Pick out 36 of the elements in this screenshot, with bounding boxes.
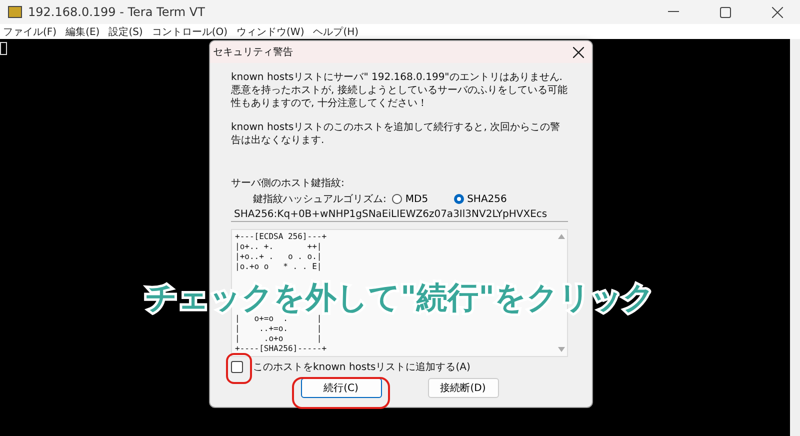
menu-item[interactable]: 設定(S) [108, 24, 143, 38]
fingerprint-field[interactable]: SHA256:Kq+0B+wNHP1gSNaEiLIEWZ6z07a3Il3NV2LYpHVXEcs [231, 208, 568, 222]
algorithm-radio[interactable]: MD5 [392, 194, 428, 204]
minimize-icon[interactable] [668, 11, 678, 13]
close-icon[interactable] [772, 6, 782, 18]
checkbox-label: このホストをknown hostsリストに追加する(A) [253, 360, 470, 374]
app-icon [8, 6, 22, 18]
cursor [0, 42, 7, 55]
continue-button[interactable]: 続行(C) [300, 378, 382, 398]
window-title: 192.168.0.199 - Tera Term VT [28, 5, 206, 19]
maximize-icon[interactable] [720, 6, 730, 18]
menu-item[interactable]: ウィンドウ(W) [236, 24, 304, 38]
menu-item[interactable]: ファイル(F) [3, 24, 57, 38]
randomart-line: +----[SHA256]-----+ [235, 344, 328, 354]
algorithm-radio[interactable]: SHA256 [454, 194, 507, 204]
warning-message: known hostsリストにサーバ" 192.168.0.199"のエントリはありません. 悪意を持ったホストが, 接続しようとしているサーバのふりをしている可能性もありますので, 十分注意してください！ [231, 71, 568, 110]
randomart-line: | .o+o | [235, 334, 323, 344]
disconnect-button[interactable]: 接続断(D) [428, 378, 498, 398]
fingerprint-label: サーバ側のホスト鍵指紋: [231, 176, 346, 190]
randomart-line: |o.+o o * . . E| [235, 262, 323, 272]
instruction-caption: チェックを外して"続行"をクリック [145, 281, 655, 315]
randomart-line: | o+=o . | [235, 314, 323, 324]
scrollbar[interactable] [790, 39, 800, 436]
menu-item[interactable]: ヘルプ(H) [313, 24, 359, 38]
menu-item[interactable]: コントロール(O) [152, 24, 228, 38]
randomart-line: | ..+=o. | [235, 324, 323, 334]
highlight-ring [226, 353, 252, 384]
dialog-title: セキュリティ警告 [213, 46, 294, 59]
algorithm-label: 鍵指紋ハッシュアルゴリズム: [253, 192, 386, 206]
close-icon[interactable] [573, 46, 584, 58]
randomart-line: +---[ECDSA 256]---+ [235, 232, 328, 242]
randomart-line: |+o..+ . o . o.| [235, 252, 323, 262]
menu-item[interactable]: 編集(E) [66, 24, 100, 38]
warning-message: known hostsリストのこのホストを追加して続行すると, 次回からこの警告は出なくなります. [231, 121, 562, 147]
randomart-line: |o+.. +. ++| [235, 242, 323, 252]
add-host-checkbox[interactable] [231, 361, 243, 373]
